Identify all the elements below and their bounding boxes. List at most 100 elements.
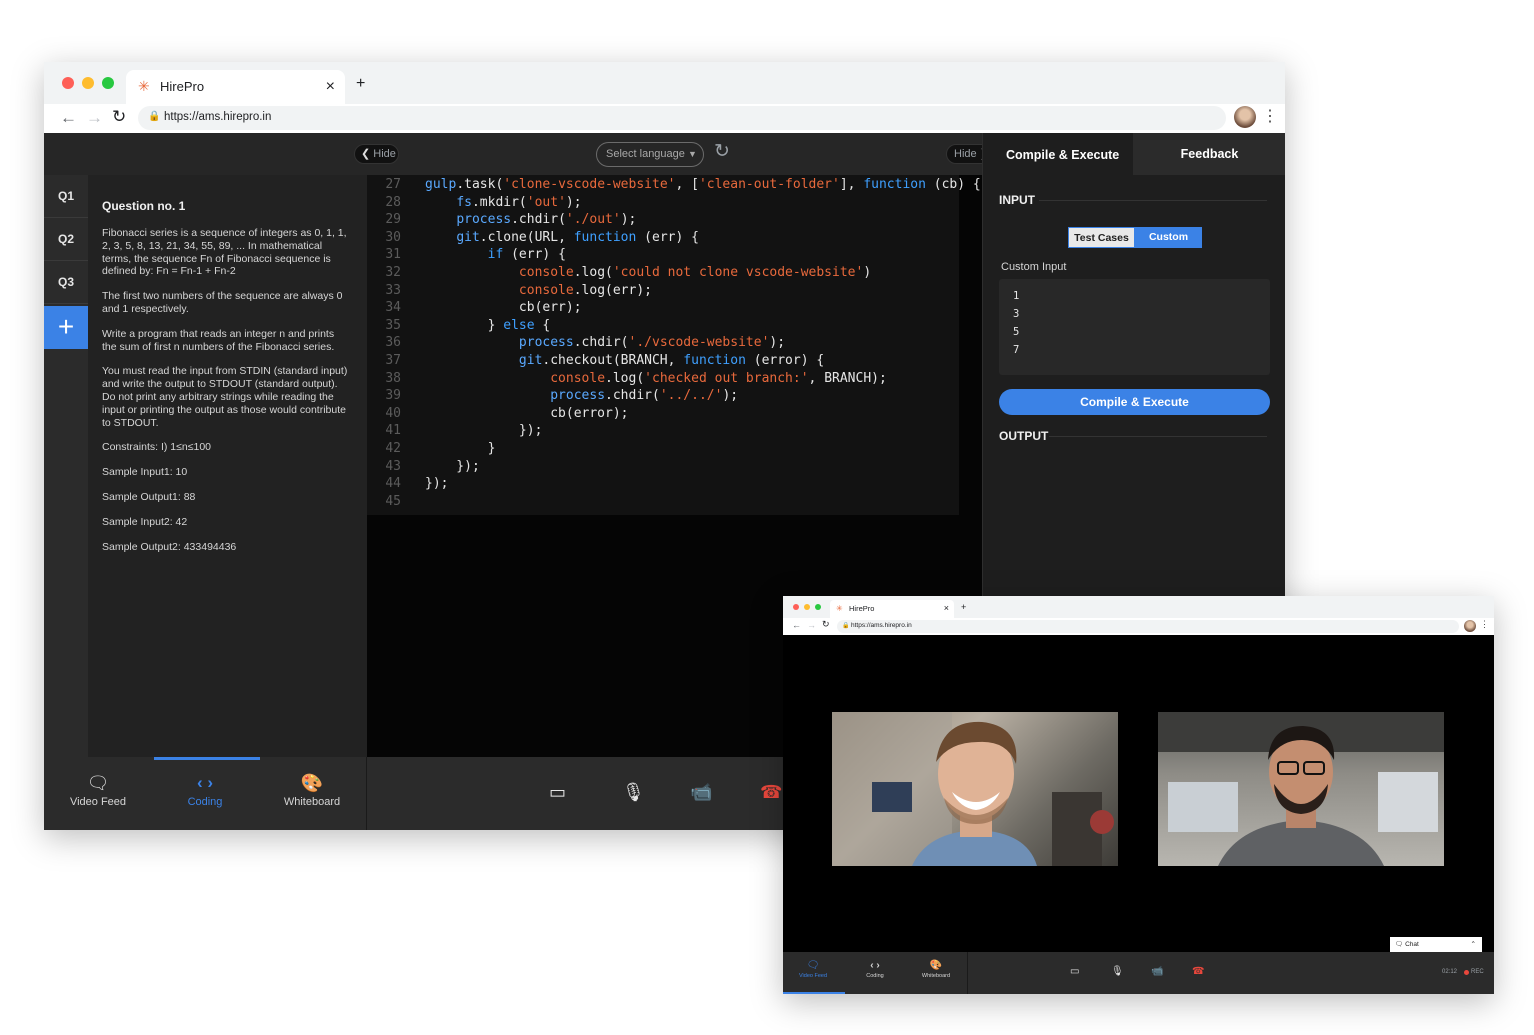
minimize-window-dot[interactable] [82, 77, 94, 89]
video-nav-coding[interactable]: ‹ › Coding [849, 960, 901, 979]
code-text: console.log('checked out branch:', BRANC… [550, 370, 887, 386]
code-text: process.chdir('./out'); [456, 212, 637, 228]
browser-menu-icon[interactable]: ⋮ [1262, 109, 1278, 125]
person-2-image [1158, 712, 1444, 866]
close-window-dot[interactable] [62, 77, 74, 89]
camera-icon[interactable]: 📹 [690, 783, 712, 801]
question-sidebar: Q1 Q2 Q3 + [44, 175, 88, 757]
line-number: 37 [385, 353, 401, 368]
editor-toolbar [44, 133, 982, 175]
chevron-left-icon: ❮ [361, 148, 371, 160]
video-nav-video-feed[interactable]: 🗨 Video Feed [787, 960, 839, 979]
video-minimize-dot[interactable] [804, 604, 810, 610]
question-tab-q3[interactable]: Q3 [44, 261, 88, 304]
video-tile-participant-1 [832, 712, 1118, 866]
question-tab-q2[interactable]: Q2 [44, 218, 88, 261]
question-paragraph: Sample Output2: 433494436 [102, 540, 237, 553]
video-reload-icon[interactable]: ↻ [822, 620, 830, 629]
line-number: 27 [385, 177, 401, 192]
video-url-bar[interactable]: 🔒 https://ams.hirepro.in [837, 620, 1459, 633]
compile-execute-button[interactable]: Compile & Execute [999, 389, 1270, 415]
code-text: console.log(err); [518, 282, 652, 298]
code-text: if (err) { [487, 247, 566, 263]
microphone-icon[interactable]: 🎙 [622, 783, 645, 801]
nav-coding[interactable]: ‹ › Coding [165, 773, 245, 808]
tab-feedback[interactable]: Feedback [1133, 133, 1285, 175]
video-back-icon[interactable]: ← [792, 621, 801, 630]
screen-share-icon[interactable]: ▭ [549, 783, 566, 801]
back-arrow-icon[interactable]: ← [60, 109, 77, 126]
question-paragraph: Fibonacci series is a sequence of intege… [102, 227, 347, 278]
video-close-dot[interactable] [793, 604, 799, 610]
coding-active-indicator [154, 757, 260, 760]
maximize-window-dot[interactable] [102, 77, 114, 89]
video-tab-close-icon[interactable]: × [944, 603, 949, 613]
profile-avatar[interactable] [1234, 106, 1256, 128]
palette-icon: 🎨 [300, 773, 324, 793]
video-bottom-nav-left: 🗨 Video Feed ‹ › Coding 🎨 Whiteboard [783, 952, 968, 994]
chat-button[interactable]: 🗨 Chat ⌃ [1390, 937, 1482, 953]
hide-left-button[interactable]: ❮ Hide [354, 144, 399, 164]
video-maximize-dot[interactable] [815, 604, 821, 610]
question-panel: Question no. 1 Fibonacci series is a seq… [88, 175, 367, 757]
code-text: git.checkout(BRANCH, function (error) { [518, 353, 825, 368]
code-text: process.chdir('../../'); [550, 388, 739, 404]
video-profile-avatar[interactable] [1464, 620, 1476, 632]
line-number: 32 [385, 265, 401, 280]
add-question-button[interactable]: + [44, 306, 88, 349]
code-text: git.clone(URL, function (err) { [456, 229, 699, 245]
test-cases-toggle[interactable]: Test Cases [1068, 227, 1135, 248]
chat-icon: 🗨 [86, 773, 110, 793]
video-microphone-icon[interactable]: 🎙 [1111, 967, 1124, 977]
line-number: 38 [385, 370, 401, 386]
refresh-icon[interactable]: ↻ [714, 142, 730, 161]
language-select[interactable]: Select language ▼ [596, 142, 704, 167]
custom-input-line: 5 [1013, 326, 1020, 338]
line-number: 39 [385, 388, 401, 404]
end-call-icon[interactable]: ☎ [760, 783, 782, 801]
video-camera-icon[interactable]: 📹 [1151, 967, 1163, 977]
tab-compile-execute[interactable]: Compile & Execute [983, 133, 1133, 175]
input-heading: INPUT [999, 193, 1035, 207]
video-forward-icon[interactable]: → [807, 621, 816, 630]
video-favicon-icon: ✳ [836, 604, 843, 613]
nav-video-feed[interactable]: 🗨 Video Feed [58, 773, 138, 808]
custom-input-label: Custom Input [1001, 261, 1067, 273]
question-paragraph: Write a program that reads an integer n … [102, 327, 335, 353]
url-bar[interactable]: 🔒 https://ams.hirepro.in [138, 106, 1226, 130]
code-text: } else { [425, 317, 551, 333]
code-text: }); [425, 476, 449, 492]
video-nav-whiteboard[interactable]: 🎨 Whiteboard [910, 960, 962, 979]
line-number: 42 [385, 441, 401, 456]
question-paragraph: Sample Input1: 10 [102, 466, 188, 479]
bottom-nav-left: 🗨 Video Feed ‹ › Coding 🎨 Whiteboard [44, 757, 367, 830]
line-number: 36 [385, 335, 401, 351]
video-code-icon: ‹ › [870, 960, 880, 971]
nav-whiteboard[interactable]: 🎨 Whiteboard [272, 773, 352, 808]
code-text: } [425, 441, 496, 456]
custom-toggle[interactable]: Custom [1135, 227, 1202, 248]
reload-icon[interactable]: ↻ [112, 108, 126, 125]
chevron-down-icon: ▼ [687, 149, 697, 159]
browser-tab[interactable]: ✳ HirePro × [126, 70, 345, 104]
video-tile-participant-2 [1158, 712, 1444, 866]
video-browser-tab[interactable]: ✳ HirePro × [830, 600, 954, 618]
video-palette-icon: 🎨 [929, 960, 943, 971]
tab-close-icon[interactable]: × [326, 78, 335, 96]
video-screen-share-icon[interactable]: ▭ [1070, 967, 1079, 977]
video-menu-icon[interactable]: ⋮ [1480, 620, 1489, 629]
custom-input-textarea[interactable]: 1 3 5 7 [999, 279, 1270, 375]
question-tab-q1[interactable]: Q1 [44, 175, 88, 218]
line-number: 40 [385, 405, 401, 421]
forward-arrow-icon[interactable]: → [86, 109, 103, 126]
person-1-image [832, 712, 1114, 866]
video-feed-active-indicator [783, 992, 845, 994]
video-end-call-icon[interactable]: ☎ [1192, 967, 1204, 977]
line-number: 45 [385, 493, 401, 509]
video-new-tab-button[interactable]: + [961, 602, 966, 612]
question-paragraph: Sample Input2: 42 [102, 515, 188, 528]
tab-strip: ✳ HirePro × + [44, 62, 1285, 104]
new-tab-button[interactable]: + [356, 75, 365, 93]
code-text: gulp.task('clone-vscode-website', ['clea… [425, 177, 981, 192]
question-title: Question no. 1 [102, 199, 186, 213]
